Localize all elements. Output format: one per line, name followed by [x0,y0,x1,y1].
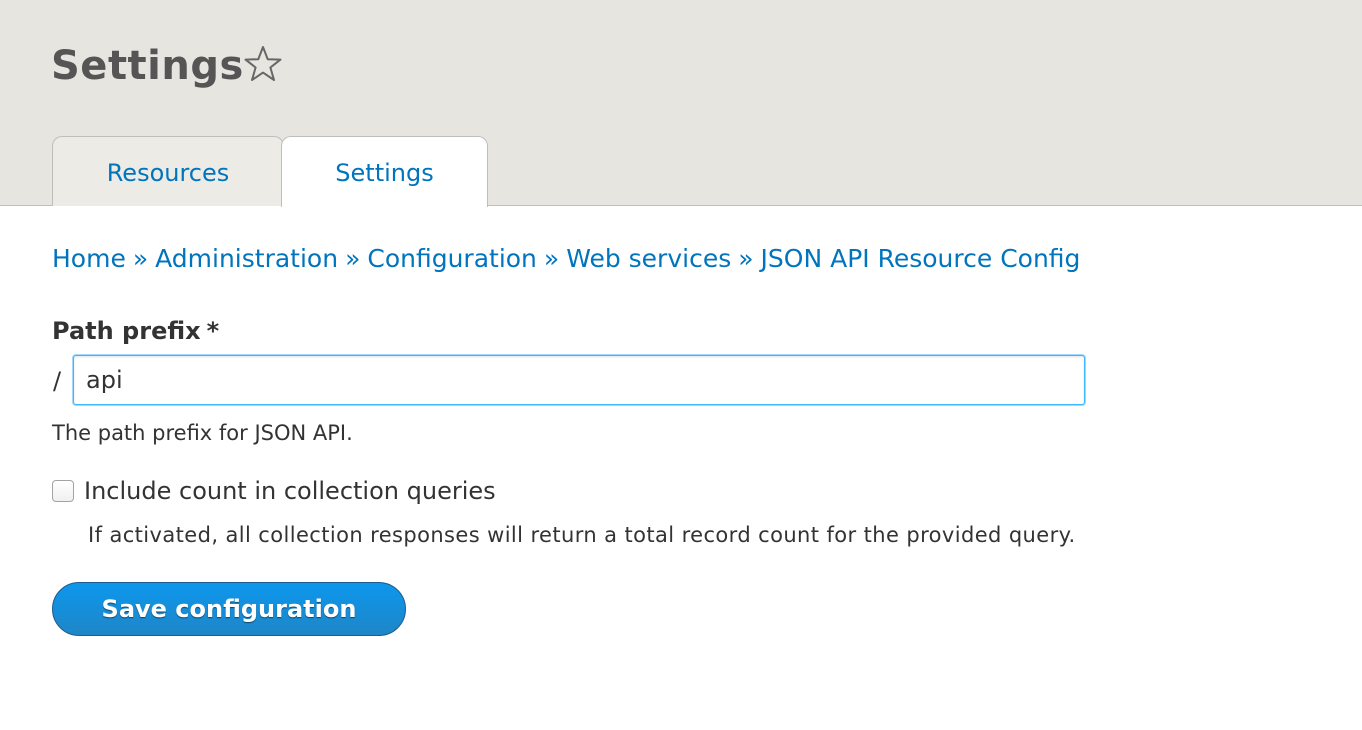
breadcrumb-separator: » [738,244,754,273]
path-prefix-input[interactable] [73,355,1085,405]
path-prefix-slash: / [53,367,62,395]
page-title: Settings [51,43,244,89]
breadcrumb-configuration[interactable]: Configuration [367,244,537,273]
breadcrumb-separator: » [345,244,361,273]
breadcrumb: Home» Administration» Configuration» Web se… [52,240,1080,278]
path-prefix-label: Path prefix * [52,313,219,349]
breadcrumb-administration[interactable]: Administration [155,244,338,273]
breadcrumb-web-services[interactable]: Web services [566,244,731,273]
star-icon[interactable] [243,44,283,84]
include-count-label[interactable]: Include count in collection queries [84,473,496,509]
breadcrumb-separator: » [132,244,149,273]
tab-resources[interactable]: Resources [52,136,284,206]
tab-settings[interactable]: Settings [281,136,488,207]
breadcrumb-separator: » [543,244,560,273]
path-prefix-description: The path prefix for JSON API. [52,421,353,445]
breadcrumb-json-api-resource-config[interactable]: JSON API Resource Config [761,244,1081,273]
breadcrumb-home[interactable]: Home [52,244,126,273]
include-count-description: If activated, all collection responses w… [88,523,1076,547]
include-count-checkbox[interactable] [52,480,74,502]
page-header: Settings Resources Settings [0,0,1362,207]
path-prefix-label-text: Path prefix [52,317,201,345]
save-configuration-button[interactable]: Save configuration [52,582,406,636]
required-marker: * [206,317,220,345]
